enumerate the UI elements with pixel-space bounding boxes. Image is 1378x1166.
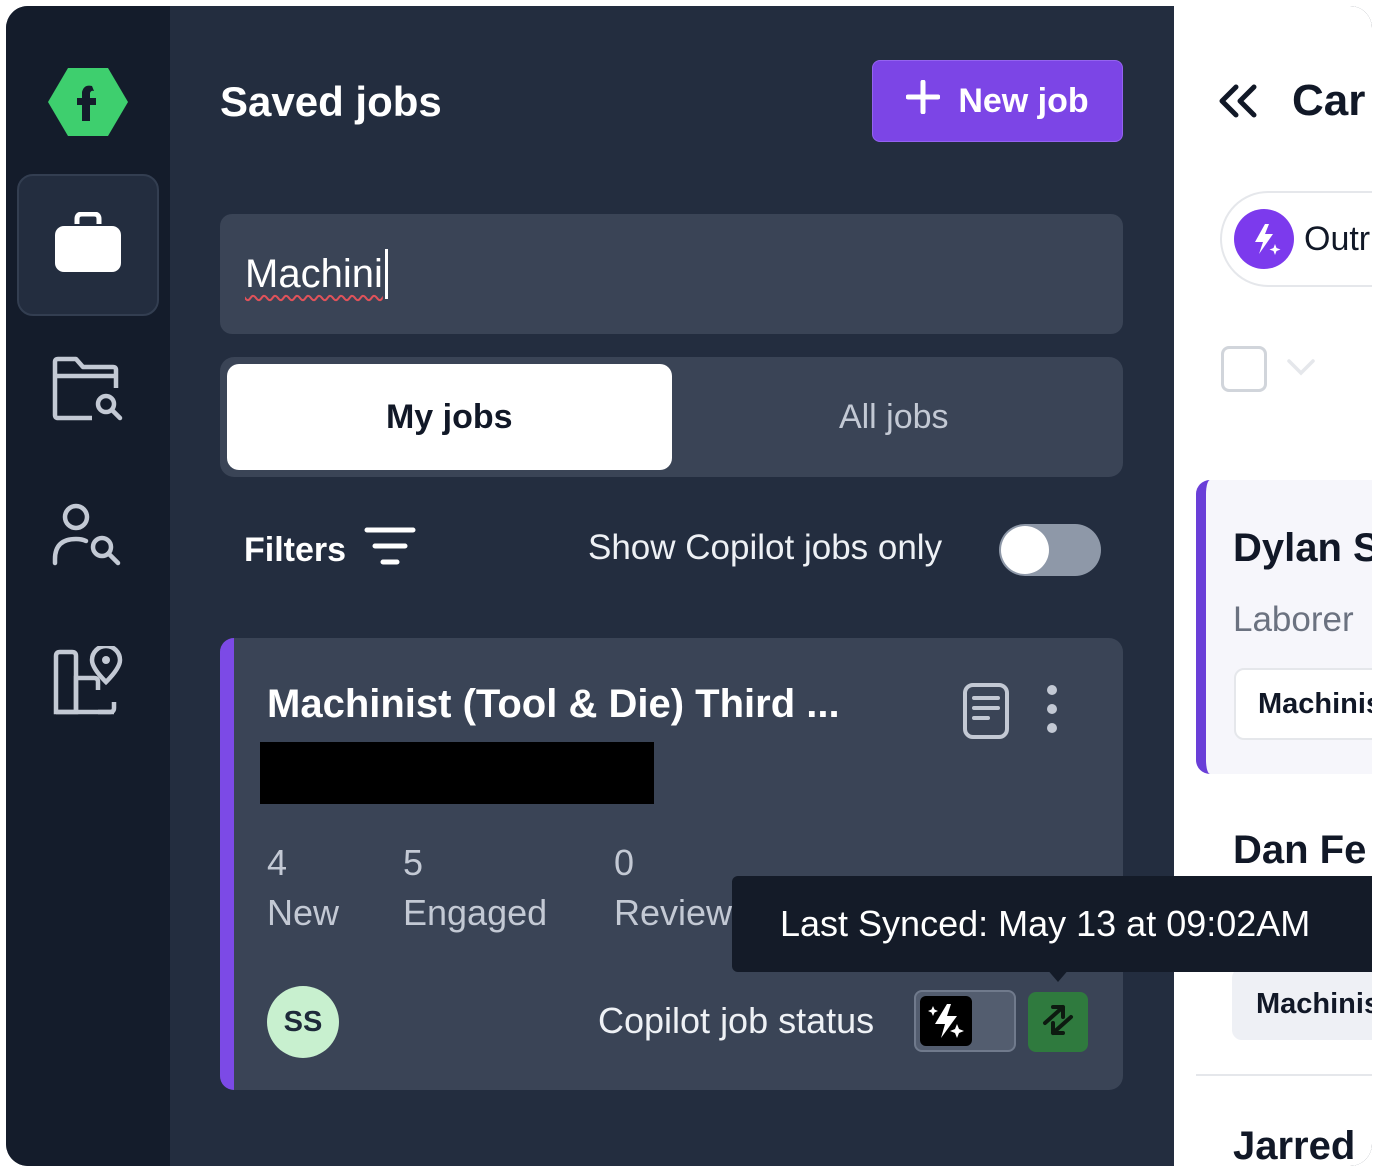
page-title: Saved jobs bbox=[220, 78, 442, 125]
candidate-name: Dan Fe bbox=[1233, 828, 1367, 872]
owner-avatar[interactable]: SS bbox=[267, 986, 339, 1058]
stat-value: 5 bbox=[403, 842, 424, 883]
candidate-role: Laborer bbox=[1233, 600, 1354, 639]
select-all-checkbox[interactable] bbox=[1221, 346, 1267, 392]
candidate-name: Dylan S bbox=[1233, 526, 1372, 570]
outreach-label: Outr bbox=[1304, 219, 1371, 258]
collapse-chevrons-icon[interactable] bbox=[1218, 84, 1258, 123]
sparkle-bolt-icon bbox=[1234, 209, 1294, 269]
stat-label: Engaged bbox=[403, 892, 548, 933]
card-accent-bar bbox=[220, 638, 234, 1090]
sync-button[interactable] bbox=[1028, 992, 1088, 1052]
last-synced-tooltip: Last Synced: May 13 at 09:02AM bbox=[732, 876, 1372, 972]
candidate-job-tag: Machinist bbox=[1232, 968, 1372, 1040]
candidate-job-tag: Machinist bbox=[1234, 668, 1372, 740]
filters-button[interactable]: Filters bbox=[244, 526, 416, 575]
redacted-block bbox=[260, 742, 654, 804]
stat-review[interactable]: 0 Review bbox=[614, 838, 732, 938]
copilot-only-toggle[interactable] bbox=[999, 524, 1101, 576]
job-title: Machinist (Tool & Die) Third ... bbox=[267, 682, 840, 726]
tab-all-jobs[interactable]: All jobs bbox=[672, 364, 1117, 470]
briefcase-icon bbox=[53, 211, 123, 279]
building-location-icon bbox=[52, 643, 124, 721]
stat-value: 0 bbox=[614, 842, 635, 883]
search-input-value: Machini bbox=[245, 251, 383, 296]
rail-item-folder-search[interactable] bbox=[17, 320, 159, 462]
outreach-button[interactable]: Outr bbox=[1220, 191, 1372, 287]
copilot-status-switch[interactable] bbox=[914, 990, 1016, 1052]
job-scope-tabs: My jobs All jobs bbox=[220, 357, 1123, 477]
tab-my-jobs[interactable]: My jobs bbox=[227, 364, 672, 470]
candidates-panel: Car Outr Dylan S Laborer Machinist Dan F… bbox=[1174, 6, 1372, 1166]
icon-rail bbox=[6, 6, 170, 1166]
list-divider bbox=[1196, 1074, 1372, 1076]
candidates-title: Car bbox=[1292, 76, 1366, 125]
plus-icon bbox=[905, 79, 941, 123]
chevron-down-icon[interactable] bbox=[1286, 358, 1316, 383]
job-description-icon[interactable] bbox=[962, 682, 1010, 745]
filter-lines-icon bbox=[364, 526, 416, 575]
stat-value: 4 bbox=[267, 842, 288, 883]
stat-label: New bbox=[267, 892, 340, 933]
text-caret bbox=[384, 249, 388, 299]
job-search-input[interactable]: Machini bbox=[220, 214, 1123, 334]
job-card[interactable]: Machinist (Tool & Die) Third ... 4 New 5… bbox=[220, 638, 1123, 1090]
tooltip-arrow bbox=[1046, 968, 1070, 982]
app-logo-icon[interactable] bbox=[48, 66, 128, 138]
filters-label: Filters bbox=[244, 531, 347, 569]
copilot-sparkle-icon bbox=[920, 996, 972, 1046]
person-search-icon bbox=[52, 503, 124, 572]
sync-arrows-icon bbox=[1039, 1001, 1077, 1044]
candidate-name: Jarred bbox=[1233, 1124, 1356, 1166]
folder-search-icon bbox=[52, 354, 124, 429]
new-job-button[interactable]: New job bbox=[872, 60, 1123, 142]
rail-item-locations[interactable] bbox=[17, 612, 159, 754]
stat-new[interactable]: 4 New bbox=[267, 838, 339, 938]
stat-label: Review bbox=[614, 892, 733, 933]
toggle-knob bbox=[1001, 526, 1049, 574]
rail-item-candidate-search[interactable] bbox=[17, 466, 159, 608]
new-job-label: New job bbox=[958, 81, 1089, 120]
stat-engaged[interactable]: 5 Engaged bbox=[403, 838, 547, 938]
more-options-icon[interactable] bbox=[1042, 684, 1062, 739]
copilot-only-label: Show Copilot jobs only bbox=[588, 528, 943, 567]
rail-item-jobs[interactable] bbox=[17, 174, 159, 316]
app-window: Saved jobs New job Machini My jobs All j… bbox=[6, 6, 1372, 1166]
copilot-status-label: Copilot job status bbox=[598, 1000, 875, 1041]
